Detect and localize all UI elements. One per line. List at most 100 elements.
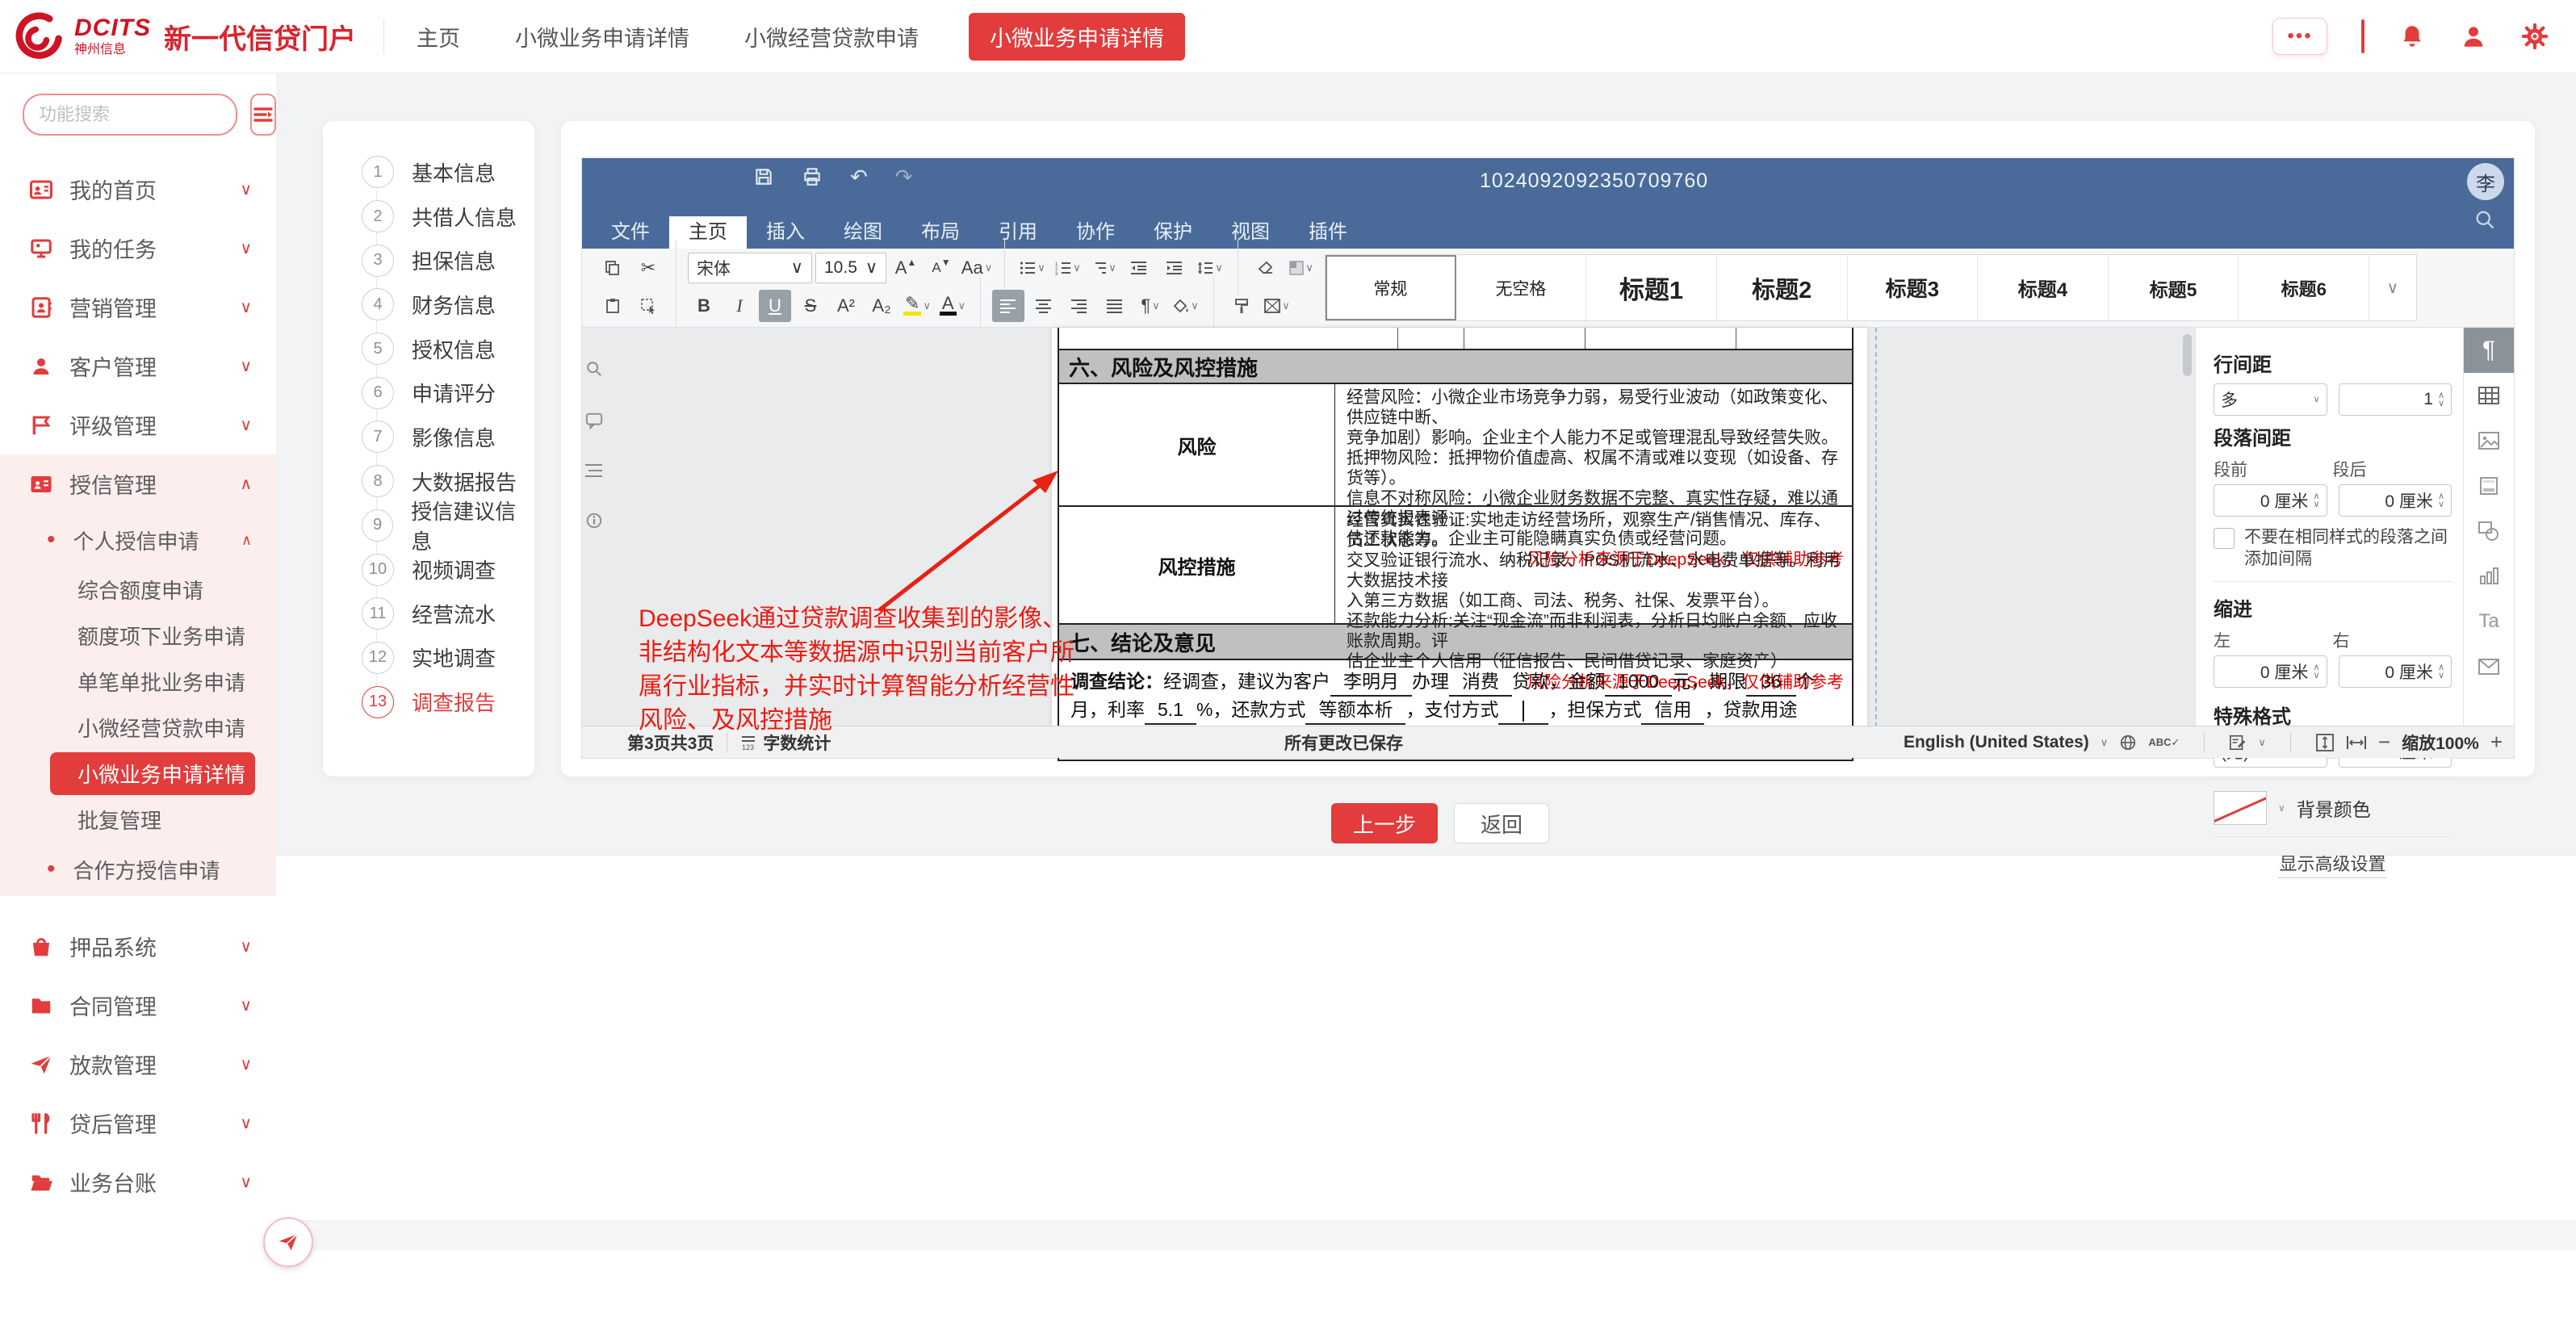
sidebar-item-micro-loan-apply[interactable]: 小微经营贷款申请 <box>0 705 276 751</box>
line-spacing-number[interactable]: 1 ∧∨ <box>2339 383 2452 416</box>
underline-icon[interactable]: U <box>759 290 791 322</box>
highlight-icon[interactable]: ✎∨ <box>901 290 933 322</box>
eraser-icon[interactable] <box>1250 252 1282 284</box>
subscript-icon[interactable]: A₂ <box>865 290 898 322</box>
sidebar-item-contracts[interactable]: 合同管理 ∨ <box>0 976 276 1035</box>
space-before-input[interactable]: 0 厘米 ∧∨ <box>2214 484 2327 517</box>
step-scoring[interactable]: 6 申请评分 <box>323 370 534 415</box>
sidebar-item-marketing[interactable]: 营销管理 ∨ <box>0 278 276 337</box>
text-style-panel-icon[interactable]: Ta <box>2464 599 2514 644</box>
step-survey-report-active[interactable]: 13 调查报告 <box>323 680 534 724</box>
sidebar-item-my-home[interactable]: 我的首页 ∨ <box>0 160 276 219</box>
bell-icon[interactable] <box>2398 23 2426 50</box>
menu-collaborate[interactable]: 协作 <box>1057 216 1134 249</box>
image-panel-icon[interactable] <box>2464 418 2514 463</box>
chevron-down-icon[interactable]: ∨ <box>2278 802 2285 814</box>
fit-width-icon[interactable] <box>2346 735 2367 751</box>
avatar[interactable]: 李 <box>2467 163 2504 200</box>
style-heading5[interactable]: 标题5 <box>2109 255 2239 320</box>
cut-icon[interactable]: ✂ <box>632 252 664 284</box>
style-no-spacing[interactable]: 无空格 <box>1456 255 1587 320</box>
sidebar-item-ledger[interactable]: 业务台账 ∨ <box>0 1153 276 1212</box>
multilevel-list-icon[interactable]: ∨ <box>1087 252 1120 284</box>
user-icon[interactable] <box>2460 23 2487 50</box>
page-panel-icon[interactable] <box>2464 463 2514 509</box>
prev-step-button[interactable]: 上一步 <box>1331 803 1438 843</box>
language-selector[interactable]: English (United States) <box>1904 733 2089 752</box>
menu-draw[interactable]: 绘图 <box>824 216 902 249</box>
save-icon[interactable] <box>753 166 774 187</box>
paragraph-panel-icon[interactable]: ¶ <box>2464 328 2514 373</box>
sidebar-item-my-tasks[interactable]: 我的任务 ∨ <box>0 219 276 278</box>
paste-icon[interactable] <box>597 290 629 322</box>
copy-icon[interactable] <box>597 252 629 284</box>
step-business-flow[interactable]: 11 经营流水 <box>323 592 534 636</box>
step-credit-advice[interactable]: 9 授信建议信息 <box>323 504 534 548</box>
outline-icon[interactable] <box>585 463 603 478</box>
format-painter-icon[interactable] <box>1225 290 1258 322</box>
document-page[interactable]: 六、风险及风控措施 风险 经营风险：小微企业市场竞争力弱，易受行业波动（如政策变… <box>1052 328 1867 743</box>
justify-icon[interactable] <box>1099 290 1131 322</box>
sidebar-item-credit-mgmt[interactable]: 授信管理 ∧ <box>0 454 276 513</box>
more-apps-badge[interactable]: ••• <box>2272 18 2327 55</box>
print-icon[interactable] <box>802 166 823 187</box>
fill-bucket-icon[interactable]: ∨ <box>1170 290 1202 322</box>
style-heading6[interactable]: 标题6 <box>2239 255 2369 320</box>
step-coborrower[interactable]: 2 共借人信息 <box>323 195 534 239</box>
comment-icon[interactable] <box>585 412 603 429</box>
shrink-font-icon[interactable]: A▼ <box>925 252 957 284</box>
redo-icon[interactable]: ↷ <box>895 166 913 187</box>
align-center-icon[interactable] <box>1028 290 1060 322</box>
menu-collapse-button[interactable] <box>250 94 276 136</box>
align-right-icon[interactable] <box>1063 290 1095 322</box>
scrollbar-thumb[interactable] <box>2183 334 2192 376</box>
style-heading1[interactable]: 标题1 <box>1586 255 1717 320</box>
increase-indent-icon[interactable] <box>1158 252 1191 284</box>
menu-plugins[interactable]: 插件 <box>1289 216 1367 249</box>
align-left-icon[interactable] <box>992 290 1024 322</box>
nav-tab-micro-detail-active[interactable]: 小微业务申请详情 <box>969 13 1185 61</box>
select-icon[interactable] <box>632 290 664 322</box>
sidebar-item-approval-mgmt[interactable]: 批复管理 <box>0 797 276 843</box>
step-video-survey[interactable]: 10 视频调查 <box>323 547 534 592</box>
nav-tab-micro-detail-1[interactable]: 小微业务申请详情 <box>510 13 694 61</box>
bullet-list-icon[interactable]: ∨ <box>1016 252 1049 284</box>
undo-icon[interactable]: ↶ <box>850 166 868 187</box>
zoom-in-icon[interactable]: + <box>2490 730 2503 755</box>
edit-mode-icon[interactable] <box>2229 734 2247 751</box>
sidebar-item-collateral[interactable]: 押品系统 ∨ <box>0 917 276 976</box>
step-authorization[interactable]: 5 授权信息 <box>323 327 534 371</box>
doc-scrollbar[interactable] <box>2180 328 2195 726</box>
italic-icon[interactable]: I <box>723 290 756 322</box>
sidebar-item-single-batch[interactable]: 单笔单批业务申请 <box>0 659 276 705</box>
indent-left-input[interactable]: 0 厘米 ∧∨ <box>2214 655 2327 688</box>
mail-panel-icon[interactable] <box>2464 644 2514 689</box>
editor-search-icon[interactable] <box>2473 208 2496 231</box>
strikethrough-icon[interactable]: S <box>794 290 827 322</box>
sidebar-item-partner-credit[interactable]: • 合作方授信申请 <box>0 843 276 896</box>
menu-file[interactable]: 文件 <box>592 216 669 249</box>
zoom-out-icon[interactable]: − <box>2378 730 2390 755</box>
line-spacing-select[interactable]: 多∨ <box>2214 383 2327 416</box>
spellcheck-icon[interactable]: ABC✓ <box>2148 736 2180 749</box>
nav-tab-micro-loan-apply[interactable]: 小微经营贷款申请 <box>739 13 924 61</box>
fit-page-icon[interactable] <box>2315 733 2335 752</box>
menu-home[interactable]: 主页 <box>669 216 747 249</box>
style-heading2[interactable]: 标题2 <box>1717 255 1848 320</box>
search-input[interactable] <box>37 103 273 126</box>
sidebar-item-micro-detail-active[interactable]: 小微业务申请详情 <box>50 752 255 795</box>
sidebar-item-customers[interactable]: 客户管理 ∨ <box>0 337 276 396</box>
font-family-select[interactable]: 宋体 ∨ <box>688 253 812 283</box>
step-basic-info[interactable]: 1 基本信息 <box>323 150 534 195</box>
sidebar-item-comprehensive-quota[interactable]: 综合额度申请 <box>0 567 276 613</box>
sidebar-item-personal-credit[interactable]: • 个人授信申请 ∧ <box>0 513 276 567</box>
step-guarantee[interactable]: 3 担保信息 <box>323 238 534 283</box>
numbered-list-icon[interactable]: 123 ∨ <box>1052 252 1084 284</box>
paragraph-mark-icon[interactable]: ¶∨ <box>1134 290 1167 322</box>
doc-search-icon[interactable] <box>585 360 603 378</box>
sidebar-item-disbursement[interactable]: 放款管理 ∨ <box>0 1035 276 1094</box>
text-box-icon[interactable]: ∨ <box>1261 290 1293 322</box>
gear-icon[interactable] <box>2521 23 2549 50</box>
shading-icon[interactable]: ∨ <box>1285 252 1317 284</box>
menu-layout[interactable]: 布局 <box>902 216 979 249</box>
